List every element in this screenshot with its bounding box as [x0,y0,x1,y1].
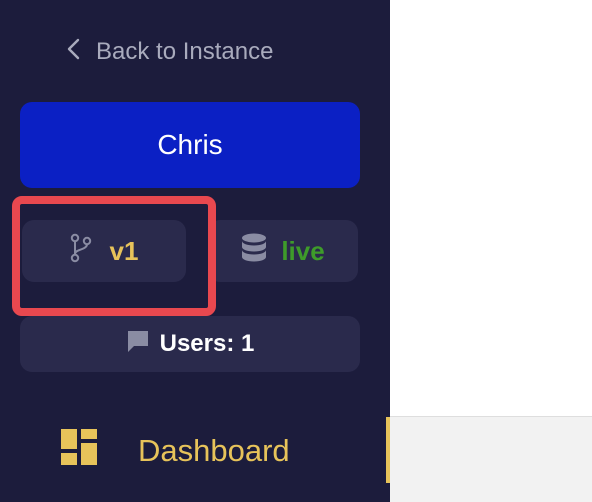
environment-selector[interactable]: live [208,220,358,282]
nav-item-dashboard[interactable]: Dashboard [60,428,290,474]
back-to-instance-link[interactable]: Back to Instance [66,34,273,70]
database-icon [241,233,267,270]
chevron-left-icon [66,38,82,67]
main-content [386,0,592,502]
user-button[interactable]: Chris [20,102,360,188]
branch-label: v1 [109,235,139,266]
git-branch-icon [70,233,92,270]
active-nav-indicator [386,417,390,483]
users-count-label: Users: 1 [159,330,255,357]
content-header-bar [386,416,592,502]
environment-label: live [281,235,325,266]
user-name: Chris [157,129,223,160]
back-to-instance-label: Back to Instance [96,38,274,65]
chat-icon [126,329,150,360]
branch-selector[interactable]: v1 [22,220,186,282]
users-count-badge[interactable]: Users: 1 [20,316,360,372]
sidebar: Back to Instance Chris v1 live Users: 1 … [0,0,390,502]
nav-item-dashboard-label: Dashboard [138,433,290,468]
dashboard-icon [60,428,98,474]
